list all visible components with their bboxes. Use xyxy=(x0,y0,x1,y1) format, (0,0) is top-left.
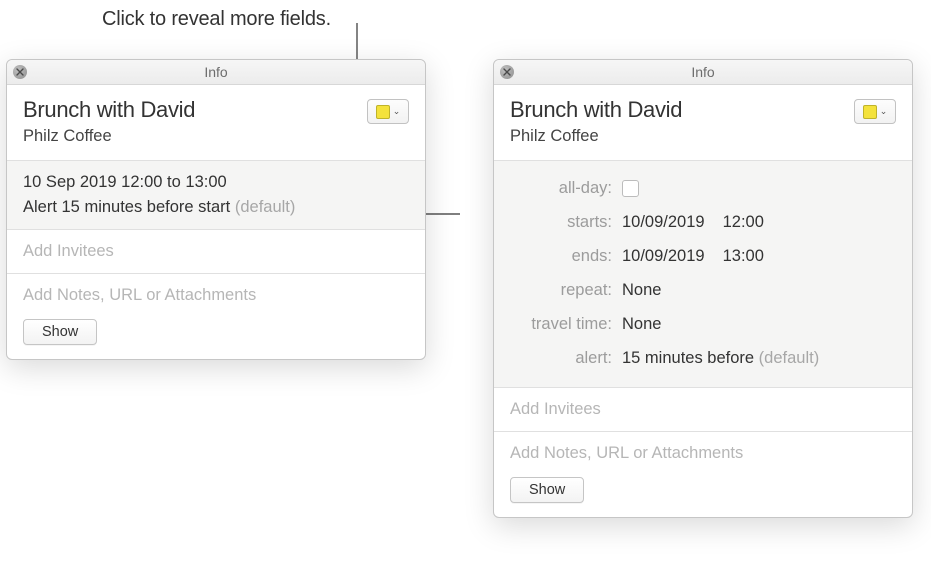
event-info-popover-compact: Info Brunch with David Philz Coffee ⌄ 10… xyxy=(6,59,426,360)
close-button[interactable] xyxy=(13,65,27,79)
event-header: Brunch with David Philz Coffee ⌄ xyxy=(7,85,425,161)
alert-summary-main: Alert 15 minutes before start xyxy=(23,198,230,216)
all-day-row: all-day: xyxy=(510,171,896,205)
invitees-section[interactable]: Add Invitees xyxy=(7,230,425,274)
close-button[interactable] xyxy=(500,65,514,79)
caption-text: Click to reveal more fields. xyxy=(102,8,331,31)
travel-time-value[interactable]: None xyxy=(622,315,661,334)
calendar-color-picker[interactable]: ⌄ xyxy=(367,99,409,124)
alert-value[interactable]: 15 minutes before xyxy=(622,349,754,367)
repeat-label: repeat: xyxy=(510,281,622,300)
show-button[interactable]: Show xyxy=(23,319,97,345)
chevron-down-icon: ⌄ xyxy=(393,106,401,117)
end-date-value[interactable]: 10/09/2019 xyxy=(622,247,705,265)
calendar-color-picker[interactable]: ⌄ xyxy=(854,99,896,124)
add-invitees-placeholder: Add Invitees xyxy=(23,242,409,261)
datetime-summary-section[interactable]: 10 Sep 2019 12:00 to 13:00 Alert 15 minu… xyxy=(7,161,425,230)
add-notes-placeholder[interactable]: Add Notes, URL or Attachments xyxy=(510,444,896,463)
event-title[interactable]: Brunch with David xyxy=(510,97,854,123)
all-day-checkbox[interactable] xyxy=(622,180,639,197)
alert-label: alert: xyxy=(510,349,622,368)
chevron-down-icon: ⌄ xyxy=(880,106,888,117)
window-title: Info xyxy=(494,60,912,85)
event-location[interactable]: Philz Coffee xyxy=(510,127,854,146)
start-date-value[interactable]: 10/09/2019 xyxy=(622,213,705,231)
notes-section: Add Notes, URL or Attachments Show xyxy=(494,432,912,517)
add-invitees-placeholder: Add Invitees xyxy=(510,400,896,419)
date-summary-text: 10 Sep 2019 12:00 to 13:00 xyxy=(23,173,409,192)
ends-label: ends: xyxy=(510,247,622,266)
alert-row: alert: 15 minutes before (default) xyxy=(510,341,896,375)
event-location[interactable]: Philz Coffee xyxy=(23,127,367,146)
window-title: Info xyxy=(7,60,425,85)
close-icon xyxy=(503,68,511,76)
repeat-value[interactable]: None xyxy=(622,281,661,300)
event-title[interactable]: Brunch with David xyxy=(23,97,367,123)
close-icon xyxy=(16,68,24,76)
repeat-row: repeat: None xyxy=(510,273,896,307)
event-header: Brunch with David Philz Coffee ⌄ xyxy=(494,85,912,161)
add-notes-placeholder[interactable]: Add Notes, URL or Attachments xyxy=(23,286,409,305)
show-button[interactable]: Show xyxy=(510,477,584,503)
start-time-value[interactable]: 12:00 xyxy=(723,213,764,232)
end-time-value[interactable]: 13:00 xyxy=(723,247,764,266)
alert-value-suffix: (default) xyxy=(754,349,819,367)
notes-section: Add Notes, URL or Attachments Show xyxy=(7,274,425,359)
calendar-swatch-icon xyxy=(376,105,390,119)
alert-summary-text: Alert 15 minutes before start (default) xyxy=(23,198,409,217)
all-day-label: all-day: xyxy=(510,179,622,198)
starts-label: starts: xyxy=(510,213,622,232)
travel-time-label: travel time: xyxy=(510,315,622,334)
calendar-swatch-icon xyxy=(863,105,877,119)
event-info-popover-expanded: Info Brunch with David Philz Coffee ⌄ al… xyxy=(493,59,913,518)
ends-row: ends: 10/09/2019 13:00 xyxy=(510,239,896,273)
invitees-section[interactable]: Add Invitees xyxy=(494,388,912,432)
datetime-details-section: all-day: starts: 10/09/2019 12:00 ends: 1… xyxy=(494,161,912,388)
alert-summary-suffix: (default) xyxy=(230,198,295,216)
starts-row: starts: 10/09/2019 12:00 xyxy=(510,205,896,239)
titlebar: Info xyxy=(494,60,912,85)
travel-time-row: travel time: None xyxy=(510,307,896,341)
titlebar: Info xyxy=(7,60,425,85)
